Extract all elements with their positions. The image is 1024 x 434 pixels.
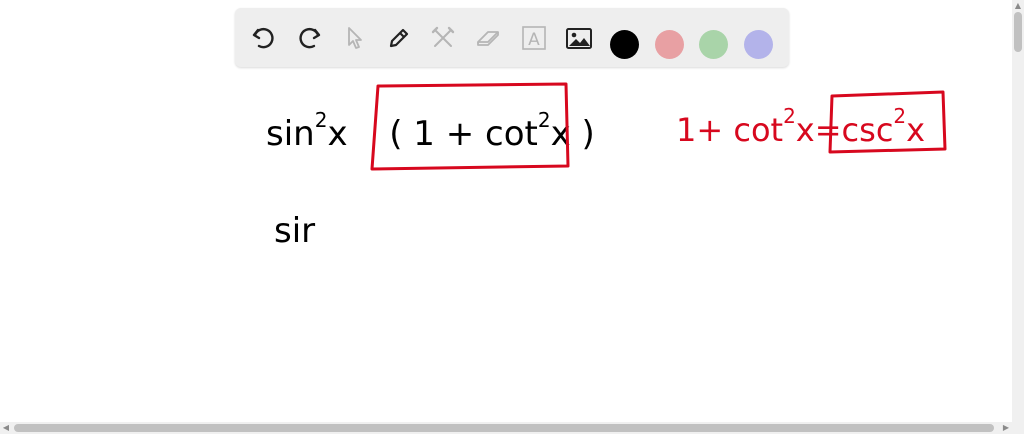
undo-button[interactable] <box>248 22 280 54</box>
horizontal-scroll-thumb[interactable] <box>14 424 994 432</box>
undo-icon <box>252 28 274 49</box>
identity-cot: cot <box>733 111 784 149</box>
eraser-button[interactable] <box>472 22 504 54</box>
redo-button[interactable] <box>293 22 325 54</box>
identity-plus: + <box>696 111 724 149</box>
text-icon: A <box>522 26 546 50</box>
identity-csc-variable: x <box>906 111 926 149</box>
drawing-toolbar: A <box>235 8 789 67</box>
image-icon <box>566 28 592 49</box>
color-swatch-red[interactable] <box>655 30 684 59</box>
identity-cot-exponent: 2 <box>783 104 796 128</box>
horizontal-scrollbar[interactable]: ◀ ▶ <box>0 422 1024 434</box>
expression-line-2: sir <box>274 214 315 248</box>
whiteboard-canvas[interactable]: sin2x ( 1 + cot2x ) 1+ cot2x=csc2x sir <box>0 70 1012 422</box>
tools-button[interactable] <box>427 22 459 54</box>
redo-icon <box>299 28 321 49</box>
identity-csc: csc <box>841 111 894 149</box>
select-button[interactable] <box>338 22 370 54</box>
vertical-scrollbar[interactable]: ▲ <box>1012 0 1024 422</box>
identity-cot-variable: x <box>795 111 815 149</box>
vertical-scroll-thumb[interactable] <box>1014 12 1022 52</box>
scroll-right-arrow-icon[interactable]: ▶ <box>1000 422 1012 434</box>
color-swatch-black[interactable] <box>610 30 639 59</box>
pointer-icon <box>348 27 362 49</box>
partial-sin-term: sir <box>274 211 316 251</box>
pen-button[interactable] <box>383 22 415 54</box>
eraser-icon <box>477 31 499 46</box>
identity-one: 1 <box>676 111 697 149</box>
pythagorean-identity: 1+ cot2x=csc2x <box>676 106 925 146</box>
text-button[interactable]: A <box>518 22 550 54</box>
color-swatch-green[interactable] <box>699 30 728 59</box>
tools-icon <box>431 26 455 47</box>
pen-icon <box>389 28 409 48</box>
image-button[interactable] <box>563 22 595 54</box>
identity-equals: = <box>814 111 842 149</box>
color-swatch-purple[interactable] <box>744 30 773 59</box>
scroll-left-arrow-icon[interactable]: ◀ <box>0 422 12 434</box>
red-box-around-parenthesis <box>370 82 570 171</box>
scroll-up-arrow-icon[interactable]: ▲ <box>1012 0 1024 12</box>
identity-csc-exponent: 2 <box>893 104 907 128</box>
text-icon-glyph: A <box>528 30 540 50</box>
